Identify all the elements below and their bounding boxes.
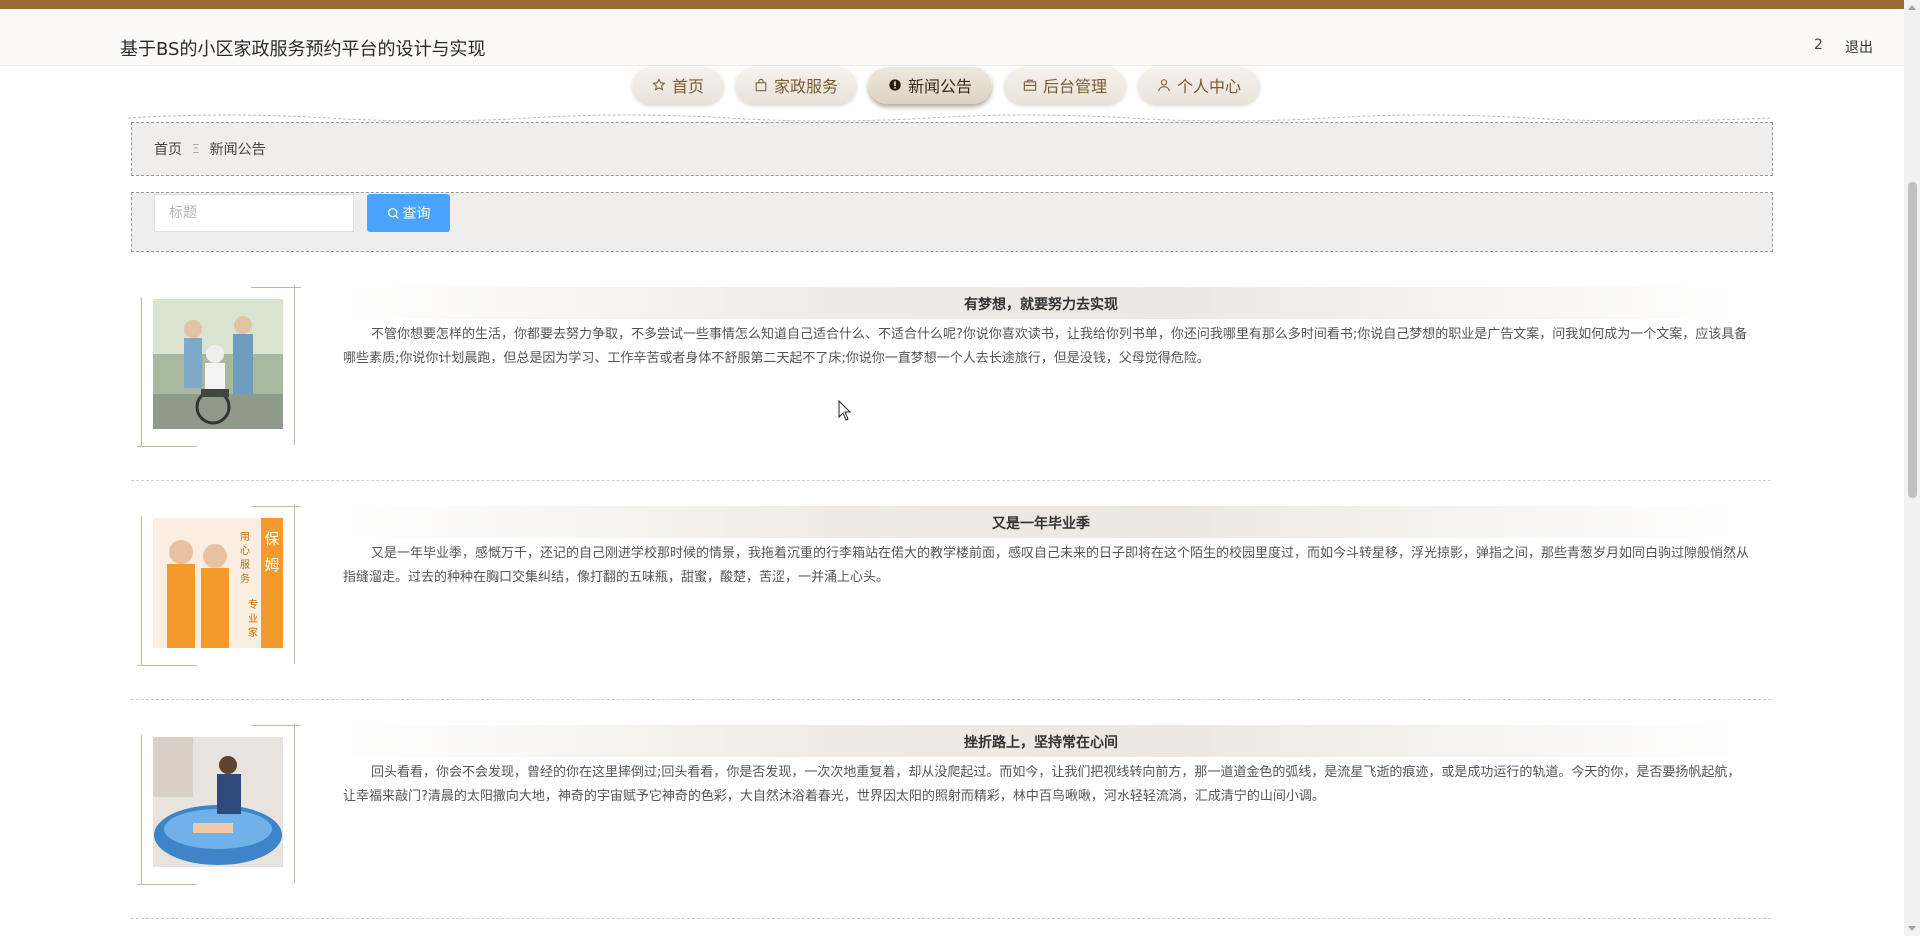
nav-item-profile[interactable]: 个人中心 [1138, 66, 1260, 104]
news-summary: 不管你想要怎样的生活，你都要去努力争取，不多尝试一些事情怎么知道自己适合什么、不… [343, 327, 1748, 366]
svg-text:家: 家 [248, 626, 258, 639]
svg-text:用: 用 [240, 532, 250, 543]
title-search-input[interactable] [154, 194, 354, 232]
thumbnail-frame [137, 723, 301, 887]
news-summary: 回头看看，你会不会发现，曾经的你在这里摔倒过;回头看看，你是否发现，一次次地重复… [343, 765, 1741, 804]
news-item[interactable]: 有梦想，就要努力去实现 不管你想要怎样的生活，你都要去努力争取，不多尝试一些事情… [131, 281, 1771, 481]
search-icon [387, 207, 399, 219]
news-title[interactable]: 又是一年毕业季 [341, 513, 1741, 533]
thumbnail-frame: 保 姆 用 专 心 业 服 务 家 [137, 504, 301, 668]
nav-item-label: 后台管理 [1042, 77, 1107, 96]
user-icon [1158, 79, 1170, 92]
thumbnail-frame [137, 285, 301, 449]
nav-item-news[interactable]: 新闻公告 [868, 66, 992, 104]
breadcrumb-panel: 首页 Ξ 新闻公告 [131, 122, 1773, 176]
scrollbar-thumb[interactable] [1908, 182, 1917, 498]
nav-item-services[interactable]: 家政服务 [735, 66, 857, 104]
breadcrumb-home[interactable]: 首页 [154, 139, 182, 159]
news-thumbnail-baby-bath[interactable] [153, 737, 283, 867]
scroll-up-arrow[interactable] [1908, 5, 1916, 10]
breadcrumb-separator: Ξ [192, 142, 200, 156]
svg-text:保: 保 [264, 530, 279, 548]
svg-text:服: 服 [240, 559, 250, 571]
news-thumbnail-housekeeping[interactable]: 保 姆 用 专 心 业 服 务 家 [153, 518, 283, 648]
site-title: 基于BS的小区家政服务预约平台的设计与实现 [120, 39, 486, 60]
logout-link[interactable]: 退出 [1845, 37, 1873, 57]
divider [131, 918, 1771, 919]
main-nav: 首页 家政服务 新闻公告 后台管理 个人中心 [0, 66, 1920, 108]
breadcrumb-current: 新闻公告 [209, 142, 266, 158]
search-button-label: 查询 [402, 206, 431, 222]
search-button[interactable]: 查询 [367, 194, 450, 232]
page-scrollbar[interactable] [1904, 0, 1920, 936]
scroll-down-arrow[interactable] [1908, 926, 1916, 931]
alert-circle-icon [889, 79, 901, 91]
bag-icon [755, 78, 767, 92]
user-name[interactable]: 2 [1814, 37, 1823, 53]
nav-item-admin[interactable]: 后台管理 [1004, 66, 1126, 104]
news-thumbnail-caregiver[interactable] [153, 299, 283, 429]
news-title[interactable]: 挫折路上，坚持常在心间 [341, 732, 1741, 752]
svg-text:专: 专 [248, 598, 258, 611]
breadcrumb: 首页 Ξ 新闻公告 [154, 139, 266, 159]
nav-item-label: 家政服务 [773, 77, 838, 96]
divider [131, 699, 1771, 700]
news-item[interactable]: 挫折路上，坚持常在心间 回头看看，你会不会发现，曾经的你在这里摔倒过;回头看看，… [131, 719, 1771, 919]
header: 基于BS的小区家政服务预约平台的设计与实现 2 退出 [0, 9, 1920, 66]
top-accent-bar [0, 0, 1920, 9]
search-panel: 查询 [131, 192, 1773, 252]
news-title[interactable]: 有梦想，就要努力去实现 [341, 294, 1741, 314]
briefcase-icon [1023, 79, 1037, 91]
nav-item-label: 个人中心 [1176, 77, 1241, 96]
news-summary: 又是一年毕业季，感慨万千，还记的自己刚进学校那时候的情景，我拖着沉重的行李箱站在… [343, 546, 1750, 585]
news-item[interactable]: 保 姆 用 专 心 业 服 务 家 又是一年毕业季 又是一年毕业季，感慨万千，还… [131, 500, 1771, 700]
svg-text:业: 业 [248, 613, 258, 625]
svg-text:务: 务 [240, 572, 250, 585]
svg-text:姆: 姆 [264, 556, 279, 574]
svg-text:心: 心 [240, 545, 250, 557]
nav-item-label: 新闻公告 [907, 77, 972, 96]
mouse-cursor-icon [838, 400, 852, 421]
star-icon [652, 78, 666, 91]
nav-item-home[interactable]: 首页 [632, 66, 724, 104]
nav-item-label: 首页 [671, 77, 704, 96]
divider [131, 480, 1771, 481]
